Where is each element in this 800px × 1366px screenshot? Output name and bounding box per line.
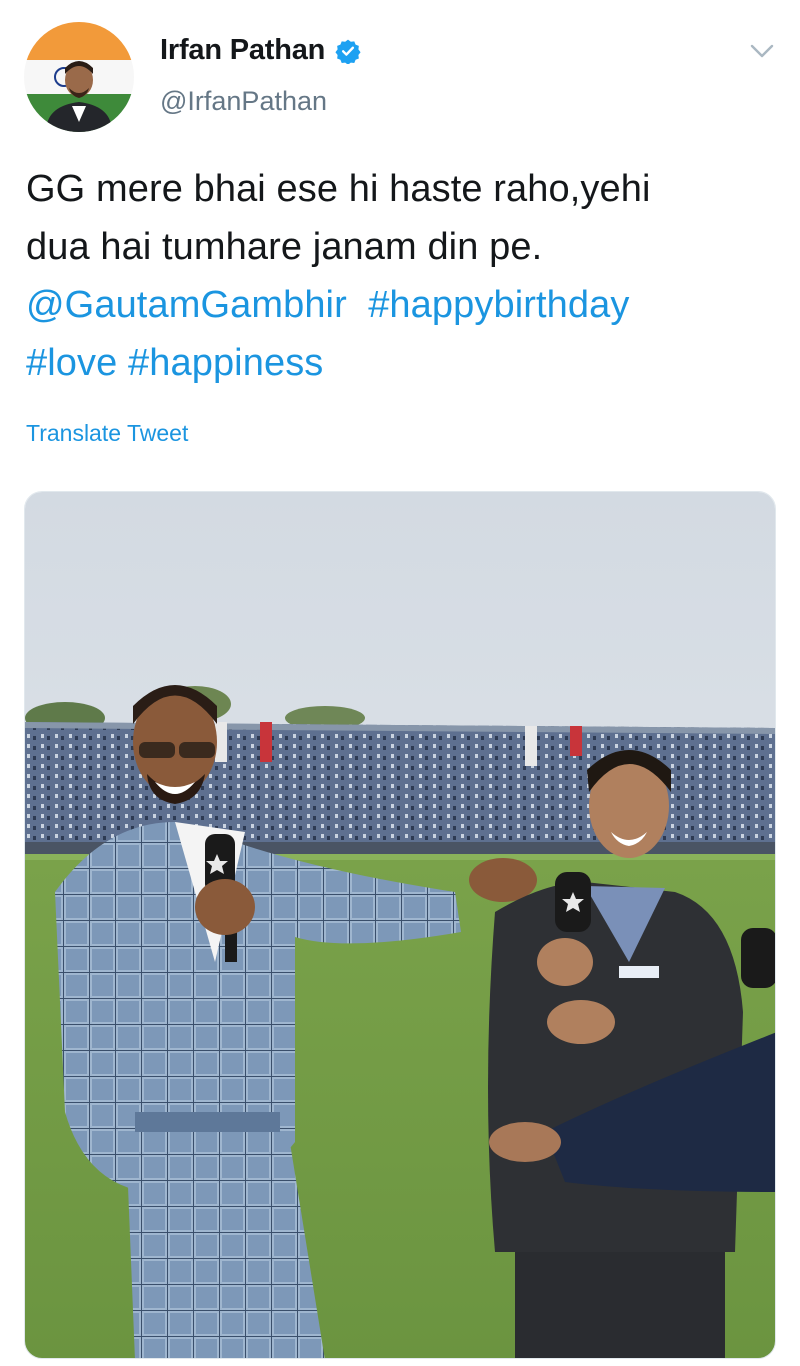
tweet-text-line-3: @GautamGambhir #happybirthday <box>26 276 776 334</box>
tweet-text-line-4: #love #happiness <box>26 334 776 392</box>
hashtag-link-love[interactable]: #love <box>26 342 117 384</box>
author-display-name[interactable]: Irfan Pathan <box>160 34 325 67</box>
author-handle[interactable]: @IrfanPathan <box>160 86 327 117</box>
hashtag-link-happybirthday[interactable]: #happybirthday <box>368 284 629 326</box>
photo-image <box>25 492 775 1358</box>
avatar-image <box>24 22 134 132</box>
verified-badge-icon <box>335 38 361 64</box>
hashtag-link-happiness[interactable]: #happiness <box>128 342 323 384</box>
author-avatar[interactable] <box>24 22 134 132</box>
tweet-text: GG mere bhai ese hi haste raho,yehi dua … <box>26 160 776 392</box>
chevron-down-icon[interactable] <box>748 38 776 62</box>
translate-tweet-link[interactable]: Translate Tweet <box>26 420 188 447</box>
mention-link[interactable]: @GautamGambhir <box>26 284 347 326</box>
tweet-text-line-2: dua hai tumhare janam din pe. <box>26 226 543 268</box>
author-name-row: Irfan Pathan <box>160 34 361 67</box>
tweet-card: Irfan Pathan @IrfanPathan GG mere bhai e… <box>0 0 800 1366</box>
tweet-photo[interactable] <box>24 491 776 1359</box>
tweet-text-line-1: GG mere bhai ese hi haste raho,yehi <box>26 168 651 210</box>
